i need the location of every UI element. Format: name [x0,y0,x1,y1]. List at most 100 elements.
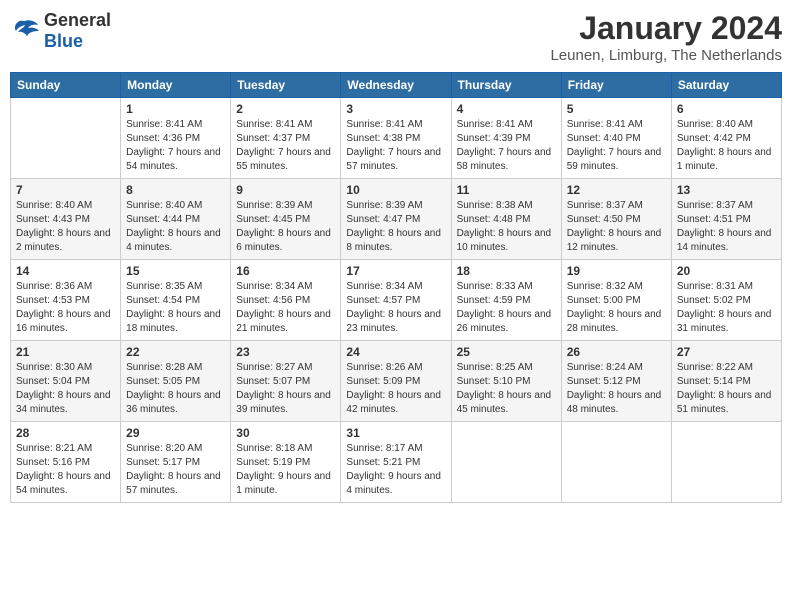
table-row [11,98,121,179]
day-number: 15 [126,264,225,278]
table-row: 26 Sunrise: 8:24 AMSunset: 5:12 PMDaylig… [561,341,671,422]
day-info: Sunrise: 8:22 AMSunset: 5:14 PMDaylight:… [677,361,776,417]
day-info: Sunrise: 8:37 AMSunset: 4:51 PMDaylight:… [677,199,776,255]
day-info: Sunrise: 8:30 AMSunset: 5:04 PMDaylight:… [16,361,115,417]
logo-general: General [44,10,111,30]
table-row: 2 Sunrise: 8:41 AMSunset: 4:37 PMDayligh… [231,98,341,179]
day-number: 10 [346,183,445,197]
day-number: 5 [567,102,666,116]
calendar-week-row: 14 Sunrise: 8:36 AMSunset: 4:53 PMDaylig… [11,260,782,341]
day-info: Sunrise: 8:25 AMSunset: 5:10 PMDaylight:… [457,361,556,417]
day-number: 7 [16,183,115,197]
day-number: 13 [677,183,776,197]
calendar-table: Sunday Monday Tuesday Wednesday Thursday… [10,72,782,503]
day-number: 12 [567,183,666,197]
day-number: 17 [346,264,445,278]
day-info: Sunrise: 8:31 AMSunset: 5:02 PMDaylight:… [677,280,776,336]
month-title: January 2024 [550,10,782,47]
day-info: Sunrise: 8:41 AMSunset: 4:39 PMDaylight:… [457,118,556,174]
day-number: 9 [236,183,335,197]
day-number: 18 [457,264,556,278]
day-info: Sunrise: 8:20 AMSunset: 5:17 PMDaylight:… [126,442,225,498]
day-number: 4 [457,102,556,116]
table-row: 8 Sunrise: 8:40 AMSunset: 4:44 PMDayligh… [121,179,231,260]
day-info: Sunrise: 8:39 AMSunset: 4:45 PMDaylight:… [236,199,335,255]
table-row: 21 Sunrise: 8:30 AMSunset: 5:04 PMDaylig… [11,341,121,422]
page-header: General Blue January 2024 Leunen, Limbur… [10,10,782,64]
day-info: Sunrise: 8:40 AMSunset: 4:43 PMDaylight:… [16,199,115,255]
day-info: Sunrise: 8:18 AMSunset: 5:19 PMDaylight:… [236,442,335,498]
table-row: 11 Sunrise: 8:38 AMSunset: 4:48 PMDaylig… [451,179,561,260]
table-row: 22 Sunrise: 8:28 AMSunset: 5:05 PMDaylig… [121,341,231,422]
table-row: 3 Sunrise: 8:41 AMSunset: 4:38 PMDayligh… [341,98,451,179]
day-number: 23 [236,345,335,359]
day-info: Sunrise: 8:41 AMSunset: 4:40 PMDaylight:… [567,118,666,174]
day-number: 28 [16,426,115,440]
table-row: 28 Sunrise: 8:21 AMSunset: 5:16 PMDaylig… [11,422,121,503]
header-tuesday: Tuesday [231,73,341,98]
day-number: 8 [126,183,225,197]
day-info: Sunrise: 8:39 AMSunset: 4:47 PMDaylight:… [346,199,445,255]
table-row: 24 Sunrise: 8:26 AMSunset: 5:09 PMDaylig… [341,341,451,422]
table-row: 19 Sunrise: 8:32 AMSunset: 5:00 PMDaylig… [561,260,671,341]
table-row: 20 Sunrise: 8:31 AMSunset: 5:02 PMDaylig… [671,260,781,341]
day-info: Sunrise: 8:26 AMSunset: 5:09 PMDaylight:… [346,361,445,417]
header-thursday: Thursday [451,73,561,98]
table-row: 13 Sunrise: 8:37 AMSunset: 4:51 PMDaylig… [671,179,781,260]
header-saturday: Saturday [671,73,781,98]
day-info: Sunrise: 8:41 AMSunset: 4:38 PMDaylight:… [346,118,445,174]
day-info: Sunrise: 8:28 AMSunset: 5:05 PMDaylight:… [126,361,225,417]
day-number: 24 [346,345,445,359]
day-info: Sunrise: 8:21 AMSunset: 5:16 PMDaylight:… [16,442,115,498]
calendar-week-row: 21 Sunrise: 8:30 AMSunset: 5:04 PMDaylig… [11,341,782,422]
table-row: 12 Sunrise: 8:37 AMSunset: 4:50 PMDaylig… [561,179,671,260]
day-info: Sunrise: 8:35 AMSunset: 4:54 PMDaylight:… [126,280,225,336]
location-title: Leunen, Limburg, The Netherlands [550,47,782,64]
day-number: 6 [677,102,776,116]
day-number: 30 [236,426,335,440]
day-number: 27 [677,345,776,359]
table-row [671,422,781,503]
table-row: 18 Sunrise: 8:33 AMSunset: 4:59 PMDaylig… [451,260,561,341]
day-number: 1 [126,102,225,116]
day-info: Sunrise: 8:17 AMSunset: 5:21 PMDaylight:… [346,442,445,498]
table-row: 30 Sunrise: 8:18 AMSunset: 5:19 PMDaylig… [231,422,341,503]
logo: General Blue [10,10,111,52]
day-info: Sunrise: 8:41 AMSunset: 4:37 PMDaylight:… [236,118,335,174]
day-number: 31 [346,426,445,440]
day-info: Sunrise: 8:24 AMSunset: 5:12 PMDaylight:… [567,361,666,417]
header-sunday: Sunday [11,73,121,98]
day-number: 2 [236,102,335,116]
logo-text: General Blue [44,10,111,52]
logo-bird-icon [10,19,40,43]
day-info: Sunrise: 8:40 AMSunset: 4:44 PMDaylight:… [126,199,225,255]
header-friday: Friday [561,73,671,98]
day-number: 20 [677,264,776,278]
table-row: 10 Sunrise: 8:39 AMSunset: 4:47 PMDaylig… [341,179,451,260]
table-row: 23 Sunrise: 8:27 AMSunset: 5:07 PMDaylig… [231,341,341,422]
day-info: Sunrise: 8:32 AMSunset: 5:00 PMDaylight:… [567,280,666,336]
calendar-header-row: Sunday Monday Tuesday Wednesday Thursday… [11,73,782,98]
calendar-week-row: 1 Sunrise: 8:41 AMSunset: 4:36 PMDayligh… [11,98,782,179]
calendar-week-row: 28 Sunrise: 8:21 AMSunset: 5:16 PMDaylig… [11,422,782,503]
day-number: 29 [126,426,225,440]
day-number: 22 [126,345,225,359]
calendar-week-row: 7 Sunrise: 8:40 AMSunset: 4:43 PMDayligh… [11,179,782,260]
day-info: Sunrise: 8:36 AMSunset: 4:53 PMDaylight:… [16,280,115,336]
logo-blue: Blue [44,31,83,51]
table-row: 17 Sunrise: 8:34 AMSunset: 4:57 PMDaylig… [341,260,451,341]
header-monday: Monday [121,73,231,98]
day-info: Sunrise: 8:34 AMSunset: 4:57 PMDaylight:… [346,280,445,336]
day-info: Sunrise: 8:38 AMSunset: 4:48 PMDaylight:… [457,199,556,255]
day-info: Sunrise: 8:27 AMSunset: 5:07 PMDaylight:… [236,361,335,417]
table-row [451,422,561,503]
table-row: 29 Sunrise: 8:20 AMSunset: 5:17 PMDaylig… [121,422,231,503]
day-info: Sunrise: 8:34 AMSunset: 4:56 PMDaylight:… [236,280,335,336]
day-info: Sunrise: 8:37 AMSunset: 4:50 PMDaylight:… [567,199,666,255]
day-info: Sunrise: 8:33 AMSunset: 4:59 PMDaylight:… [457,280,556,336]
day-number: 11 [457,183,556,197]
table-row: 15 Sunrise: 8:35 AMSunset: 4:54 PMDaylig… [121,260,231,341]
day-number: 16 [236,264,335,278]
day-info: Sunrise: 8:41 AMSunset: 4:36 PMDaylight:… [126,118,225,174]
table-row: 7 Sunrise: 8:40 AMSunset: 4:43 PMDayligh… [11,179,121,260]
